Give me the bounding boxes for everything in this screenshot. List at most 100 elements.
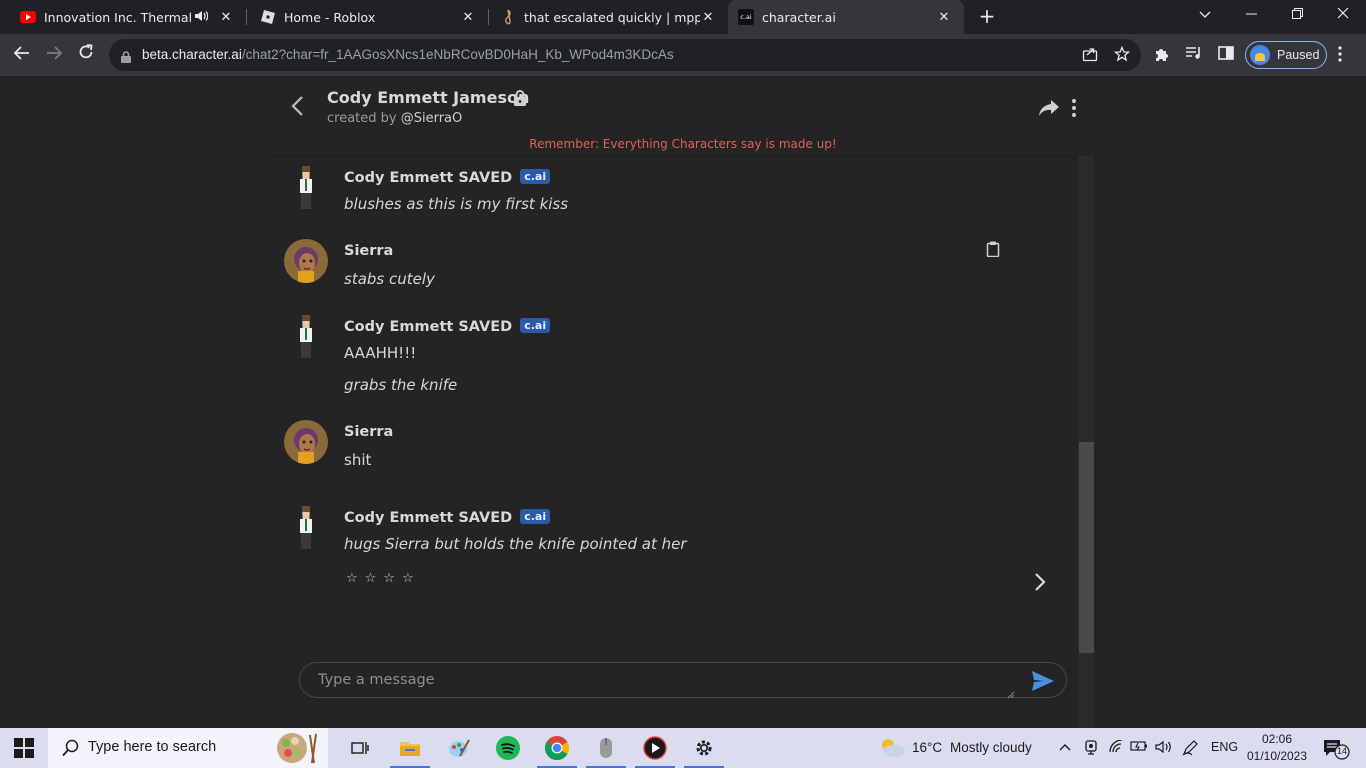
weather-cloud-icon[interactable] xyxy=(878,736,906,762)
tab-character-ai[interactable]: c.ai character.ai ✕ xyxy=(728,0,964,34)
cai-badge: c.ai xyxy=(520,169,551,184)
paint-icon[interactable] xyxy=(435,728,483,768)
chevron-left-icon[interactable] xyxy=(288,94,308,118)
cai-badge: c.ai xyxy=(520,318,551,333)
profile-status-label: Paused xyxy=(1277,48,1320,62)
chat-scroll-area[interactable]: Cody Emmett SAVED c.ai blushes as this is… xyxy=(272,156,1094,732)
message-sender: Cody Emmett SAVED c.ai xyxy=(344,318,551,335)
bookmark-star-icon[interactable] xyxy=(1113,45,1131,64)
send-icon[interactable] xyxy=(1031,670,1055,692)
task-view-icon[interactable] xyxy=(336,728,384,768)
message-input[interactable] xyxy=(318,669,998,691)
search-highlight-illustration-icon[interactable] xyxy=(274,731,322,765)
webcam-icon[interactable] xyxy=(1084,740,1098,760)
speaker-icon[interactable] xyxy=(194,10,209,25)
tab-search-icon[interactable] xyxy=(1182,0,1228,34)
cody-avatar[interactable] xyxy=(298,506,314,552)
tab-title: Home - Roblox xyxy=(284,9,376,25)
message-text: grabs the knife xyxy=(344,376,458,394)
settings-gear-icon[interactable] xyxy=(680,728,728,768)
close-window-button[interactable] xyxy=(1320,0,1366,34)
new-tab-button[interactable]: + xyxy=(976,5,998,27)
message-sender: Sierra xyxy=(344,243,394,259)
volume-icon[interactable] xyxy=(1155,740,1173,758)
chevron-up-icon[interactable] xyxy=(1059,740,1071,755)
minimize-button[interactable] xyxy=(1228,0,1274,34)
tab-roblox[interactable]: Home - Roblox ✕ xyxy=(240,0,488,34)
media-control-icon[interactable] xyxy=(1184,46,1204,66)
tab-title: character.ai xyxy=(762,9,836,25)
weather-description[interactable]: Mostly cloudy xyxy=(950,740,1032,755)
browser-tab-strip: Innovation Inc. Thermal Pow ✕ Home - Rob… xyxy=(0,0,1366,34)
message-text: AAAHH!!! xyxy=(344,344,417,362)
message-text: blushes as this is my first kiss xyxy=(344,195,569,213)
lock-icon xyxy=(513,90,527,106)
battery-icon[interactable] xyxy=(1130,740,1148,756)
share-page-icon[interactable] xyxy=(1081,46,1099,64)
tab-youtube[interactable]: Innovation Inc. Thermal Pow ✕ xyxy=(0,0,246,34)
sierra-avatar[interactable] xyxy=(284,239,328,283)
clipboard-icon[interactable] xyxy=(986,241,1000,258)
reload-icon[interactable] xyxy=(73,42,99,68)
cai-icon: c.ai xyxy=(738,9,754,25)
tab-title: that escalated quickly | mpp.com xyxy=(524,9,700,25)
taskbar-clock[interactable]: 02:06 01/10/2023 xyxy=(1246,731,1308,765)
side-panel-icon[interactable] xyxy=(1216,46,1236,66)
created-by: created by @SierraO xyxy=(327,111,463,126)
clock-time: 02:06 xyxy=(1261,732,1293,746)
notification-count: 14 xyxy=(1336,746,1347,756)
more-options-icon[interactable] xyxy=(1068,98,1080,118)
tab-mpp[interactable]: that escalated quickly | mpp.com ✕ xyxy=(480,0,728,34)
language-indicator[interactable]: ENG xyxy=(1211,740,1238,754)
extensions-icon[interactable] xyxy=(1152,46,1172,66)
message-sender: Sierra xyxy=(344,424,394,440)
resize-grip-icon[interactable] xyxy=(1007,684,1015,699)
tab-close-icon[interactable]: ✕ xyxy=(700,10,716,25)
tab-close-icon[interactable]: ✕ xyxy=(218,10,234,25)
scrollbar-thumb[interactable] xyxy=(1079,442,1094,653)
rating-stars[interactable]: ☆☆☆☆ xyxy=(346,571,421,586)
share-icon[interactable] xyxy=(1038,98,1060,118)
tab-close-icon[interactable]: ✕ xyxy=(460,10,476,25)
sierra-avatar[interactable] xyxy=(284,420,328,464)
search-icon xyxy=(62,739,80,757)
profile-avatar xyxy=(1250,45,1270,65)
music-note-icon xyxy=(500,9,516,25)
mouse-app-icon[interactable] xyxy=(582,728,630,768)
cody-avatar[interactable] xyxy=(298,315,314,361)
back-arrow-icon[interactable] xyxy=(9,42,35,68)
wifi-icon[interactable] xyxy=(1108,739,1124,758)
spotify-icon[interactable] xyxy=(484,728,532,768)
message-input-box[interactable] xyxy=(299,662,1067,699)
pen-icon[interactable] xyxy=(1182,740,1198,760)
disclaimer-text: Remember: Everything Characters say is m… xyxy=(529,137,837,151)
weather-temperature[interactable]: 16°C xyxy=(912,740,942,755)
message-sender: Cody Emmett SAVED c.ai xyxy=(344,169,551,186)
lock-icon[interactable] xyxy=(121,48,131,63)
youtube-icon xyxy=(20,9,36,25)
windows-taskbar: Type here to search 16°C Mostly cloudy E… xyxy=(0,728,1366,768)
notification-center-icon[interactable]: 14 xyxy=(1322,738,1350,760)
roblox-icon xyxy=(260,9,276,25)
chevron-right-icon[interactable] xyxy=(1032,571,1048,593)
message-text: stabs cutely xyxy=(344,270,435,288)
browser-toolbar: beta.character.ai/chat2?char=fr_1AAGosXN… xyxy=(0,34,1366,77)
restore-button[interactable] xyxy=(1274,0,1320,34)
creator-link[interactable]: @SierraO xyxy=(401,111,463,126)
taskbar-search-box[interactable]: Type here to search xyxy=(48,728,328,768)
media-player-icon[interactable] xyxy=(631,728,679,768)
address-bar[interactable]: beta.character.ai/chat2?char=fr_1AAGosXN… xyxy=(109,39,1141,71)
browser-menu-icon[interactable] xyxy=(1338,46,1342,66)
message-text: hugs Sierra but holds the knife pointed … xyxy=(344,535,687,553)
profile-paused-button[interactable]: Paused xyxy=(1245,41,1327,69)
message-text: shit xyxy=(344,451,372,469)
file-explorer-icon[interactable] xyxy=(386,728,434,768)
chrome-icon[interactable] xyxy=(533,728,581,768)
forward-arrow-icon[interactable] xyxy=(41,42,67,68)
clock-date: 01/10/2023 xyxy=(1246,749,1308,763)
character-name: Cody Emmett Jameson xyxy=(327,88,530,107)
cody-avatar[interactable] xyxy=(298,166,314,212)
windows-start-icon[interactable] xyxy=(14,738,34,758)
tab-close-icon[interactable]: ✕ xyxy=(936,10,952,25)
url-text[interactable]: beta.character.ai/chat2?char=fr_1AAGosXN… xyxy=(142,47,674,62)
